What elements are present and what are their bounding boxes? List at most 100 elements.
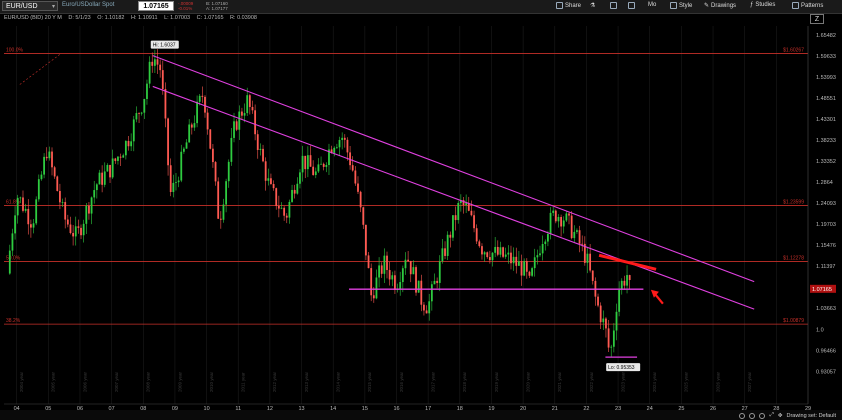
- drawing-set-label: Drawing set: Default: [786, 412, 836, 419]
- candle-body: [114, 158, 117, 161]
- grid-icon: [628, 2, 635, 9]
- candle-body: [486, 252, 489, 258]
- candle-body: [525, 261, 528, 272]
- candle-body: [169, 165, 172, 193]
- candle-body: [399, 282, 402, 290]
- zoom-out-icon[interactable]: [739, 412, 746, 419]
- candle-body: [378, 265, 380, 278]
- candle-body: [317, 164, 320, 172]
- price-tick-label: 1.03663: [816, 306, 836, 312]
- candle: [56, 175, 59, 192]
- candle-body: [299, 172, 301, 184]
- price-axis: 1.65482 1.59633 1.53993 1.48551 1.43301 1.382…: [807, 26, 836, 404]
- candle-body: [262, 148, 264, 162]
- fib-price-label: $1.00879: [783, 318, 804, 324]
- style-label: Style: [679, 2, 693, 9]
- price-chart[interactable]: 2003 year2004 year2005 year2006 year2007…: [0, 12, 842, 410]
- lo-label: Lo: 0.95353: [608, 365, 635, 371]
- calendar-icon: [610, 2, 617, 9]
- candle-body: [283, 207, 286, 216]
- candle-body: [314, 171, 317, 176]
- candle-body: [95, 184, 98, 191]
- symbol-selector[interactable]: EUR/USD ▾: [2, 1, 58, 11]
- patterns-icon: [792, 2, 799, 9]
- candle-body: [267, 178, 270, 181]
- candle-body: [570, 215, 573, 239]
- year-label: 2012 year: [272, 371, 277, 392]
- patterns-button[interactable]: Patterns: [792, 2, 823, 9]
- candle-body: [481, 246, 483, 255]
- candle-body: [499, 247, 502, 255]
- candle-body: [90, 197, 93, 214]
- candle-body: [306, 155, 309, 170]
- candle-body: [72, 232, 75, 237]
- candle-body: [248, 95, 251, 107]
- candle-body: [130, 141, 133, 147]
- price-tick-label: 1.48551: [816, 96, 836, 102]
- fib-label: 50.0%: [6, 256, 21, 262]
- candle-body: [159, 64, 162, 71]
- candle-body: [552, 210, 555, 213]
- fib-price-label: $1.60267: [783, 48, 804, 54]
- candle-body: [80, 227, 82, 236]
- candle-body: [591, 270, 594, 281]
- candle-body: [177, 180, 180, 183]
- candle-body: [156, 59, 159, 65]
- candle-body: [351, 165, 354, 171]
- candle-body: [259, 148, 262, 150]
- candle-body: [425, 310, 428, 314]
- drawings-button[interactable]: ✎ Drawings: [704, 2, 736, 10]
- candle-body: [544, 241, 547, 244]
- candle-body: [483, 252, 486, 255]
- candle-body: [53, 167, 56, 177]
- flask-icon: ⚗: [590, 3, 596, 9]
- candle-body: [375, 277, 378, 299]
- share-button[interactable]: Share: [556, 2, 581, 9]
- flask-button[interactable]: ⚗: [590, 2, 595, 9]
- studies-label: Studies: [755, 2, 776, 8]
- price-tick-label: 1.15476: [816, 243, 836, 249]
- style-button[interactable]: Style: [670, 2, 692, 9]
- candle-body: [560, 216, 563, 227]
- zoom-reset-icon[interactable]: [759, 412, 766, 419]
- grid-button[interactable]: [628, 2, 635, 9]
- candle-body: [602, 318, 605, 323]
- candle-body: [454, 215, 457, 221]
- candle-body: [296, 183, 299, 194]
- candle-body: [320, 163, 322, 165]
- candle-body: [93, 190, 96, 198]
- year-label: 2022 year: [589, 371, 594, 392]
- candle-body: [217, 181, 220, 219]
- candle-body: [293, 189, 296, 194]
- zoom-in-icon[interactable]: [749, 412, 756, 419]
- candle-body: [64, 202, 67, 220]
- candle-body: [196, 101, 198, 124]
- year-label: 2018 year: [462, 371, 467, 392]
- candle-body: [51, 151, 53, 168]
- candle-body: [504, 254, 507, 257]
- candle-body: [251, 106, 254, 111]
- candle-body: [180, 151, 183, 181]
- footer-bar: ⤢ ✥ Drawing set: Default: [0, 410, 842, 420]
- expand-icon[interactable]: ⤢: [769, 412, 773, 419]
- price-tick-label: 1.33352: [816, 159, 836, 165]
- price-tick-label: 1.65482: [816, 33, 836, 39]
- calendar-button[interactable]: [610, 2, 617, 9]
- candle-body: [27, 208, 30, 225]
- candle-body: [222, 204, 225, 220]
- candle-body: [193, 123, 196, 128]
- symbol-text: EUR/USD: [6, 3, 38, 10]
- price-tick-label: 1.59633: [816, 54, 836, 60]
- mo-button[interactable]: Mo: [648, 2, 656, 8]
- candle-body: [212, 148, 214, 163]
- candle-body: [446, 234, 449, 256]
- candle-body: [40, 174, 43, 180]
- candle-body: [190, 124, 193, 128]
- candle-body: [111, 158, 114, 178]
- candle-body: [386, 255, 388, 271]
- candle-body: [362, 207, 365, 225]
- pan-icon[interactable]: ✥: [778, 413, 783, 419]
- candle-body: [568, 213, 570, 216]
- studies-button[interactable]: ƒ Studies: [750, 2, 775, 8]
- candle-body: [452, 215, 454, 238]
